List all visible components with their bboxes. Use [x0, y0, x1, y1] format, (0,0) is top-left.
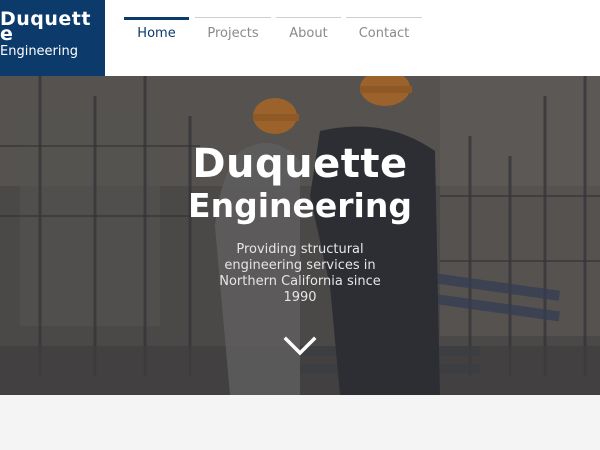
nav-home[interactable]: Home — [124, 17, 189, 51]
hero-title: Duquette — [192, 141, 408, 187]
logo-tagline: Engineering — [0, 44, 78, 59]
site-header: Duquette Engineering Home Projects About… — [0, 0, 600, 76]
hero-subtitle: Engineering — [188, 186, 412, 225]
logo[interactable]: Duquette Engineering — [0, 0, 105, 76]
nav-projects[interactable]: Projects — [195, 17, 271, 51]
nav-contact[interactable]: Contact — [346, 17, 422, 51]
hero-banner: Duquette Engineering Providing structura… — [0, 76, 600, 395]
main-nav: Home Projects About Contact — [124, 17, 422, 51]
hero-description: Providing structural engineering service… — [219, 242, 381, 305]
chevron-down-icon[interactable] — [282, 334, 318, 358]
nav-about[interactable]: About — [276, 17, 341, 51]
content-section — [0, 395, 600, 450]
logo-name: Duquette — [0, 8, 91, 45]
